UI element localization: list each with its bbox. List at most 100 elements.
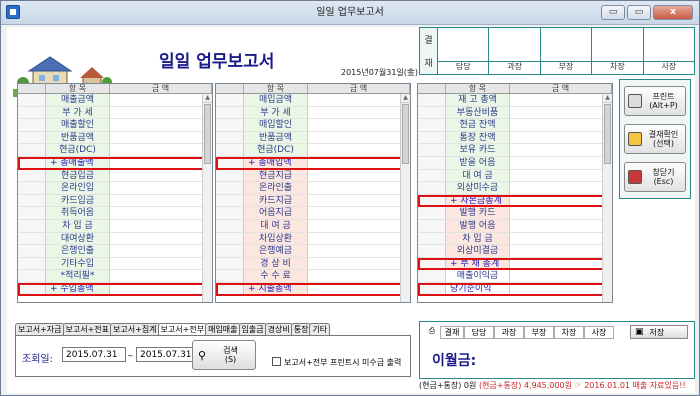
- scroll-up-icon[interactable]: ▲: [401, 94, 410, 103]
- row-amount[interactable]: [510, 131, 612, 144]
- row-amount[interactable]: [110, 131, 212, 144]
- row-amount[interactable]: [510, 144, 612, 156]
- grid-row[interactable]: 현금(DC): [18, 144, 212, 157]
- grid-row[interactable]: 현금(DC): [216, 144, 410, 157]
- row-amount[interactable]: [308, 245, 410, 257]
- grid-row[interactable]: 차입상환: [216, 232, 410, 246]
- row-amount[interactable]: [110, 106, 212, 119]
- grid-row[interactable]: 온라인출: [216, 182, 410, 195]
- grid-row[interactable]: 부동산비품: [418, 106, 612, 120]
- date-to-input[interactable]: 2015.07.31: [136, 347, 200, 362]
- grid-row[interactable]: 대 여 금: [216, 219, 410, 233]
- row-amount[interactable]: [110, 257, 212, 270]
- row-amount[interactable]: [110, 94, 212, 106]
- grid-row[interactable]: 경 상 비: [216, 257, 410, 271]
- grid-row[interactable]: 차 입 금: [418, 232, 612, 246]
- grid-row[interactable]: + 부 채 총계: [418, 257, 612, 271]
- grid-row[interactable]: 매입금액: [216, 94, 410, 107]
- row-amount[interactable]: [510, 194, 612, 207]
- grid-row[interactable]: 당기순이익: [418, 282, 612, 296]
- close-window-button[interactable]: 창닫기 (Esc): [624, 162, 686, 192]
- row-amount[interactable]: [110, 156, 212, 169]
- grid-row[interactable]: 어음지급: [216, 207, 410, 220]
- search-button[interactable]: ⚲ 검색 (S): [192, 340, 256, 370]
- grid-row[interactable]: 기타수입: [18, 257, 212, 271]
- row-amount[interactable]: [308, 144, 410, 156]
- grid-row[interactable]: 매입할인: [216, 119, 410, 132]
- row-amount[interactable]: [110, 245, 212, 257]
- close-button[interactable]: x: [653, 5, 693, 20]
- row-amount[interactable]: [110, 219, 212, 232]
- grid-row[interactable]: 은행예금: [216, 245, 410, 258]
- grid-row[interactable]: 카드지급: [216, 194, 410, 208]
- row-amount[interactable]: [510, 282, 612, 295]
- scroll-up-icon[interactable]: ▲: [603, 94, 612, 103]
- grid-row[interactable]: 온라인입: [18, 182, 212, 195]
- grid2-scrollbar[interactable]: ▲: [400, 94, 410, 302]
- grid-row[interactable]: + 총매입액: [216, 156, 410, 170]
- grid-row[interactable]: + 지출총액: [216, 282, 410, 296]
- row-amount[interactable]: [510, 156, 612, 169]
- row-amount[interactable]: [308, 156, 410, 169]
- row-amount[interactable]: [110, 207, 212, 219]
- row-amount[interactable]: [308, 257, 410, 270]
- grid-row[interactable]: 현금지급: [216, 169, 410, 183]
- grid-row[interactable]: 부 가 세: [18, 106, 212, 120]
- grid-row[interactable]: *적리필*: [18, 270, 212, 283]
- row-amount[interactable]: [510, 257, 612, 270]
- confirm-approval-button[interactable]: 결재확인 (선택): [624, 124, 686, 154]
- row-amount[interactable]: [308, 270, 410, 282]
- row-amount[interactable]: [110, 169, 212, 182]
- row-amount[interactable]: [308, 182, 410, 194]
- approval-cell[interactable]: 과장: [489, 28, 541, 74]
- approval-cell[interactable]: 담당: [438, 28, 490, 74]
- row-amount[interactable]: [308, 232, 410, 245]
- grid-row[interactable]: 현금 잔액: [418, 119, 612, 132]
- grid-row[interactable]: 대 여 금: [418, 169, 612, 183]
- approval-cell[interactable]: 사장: [643, 28, 695, 74]
- grid-row[interactable]: 은행인출: [18, 245, 212, 258]
- grid-row[interactable]: 외상미수금: [418, 182, 612, 195]
- row-amount[interactable]: [308, 169, 410, 182]
- row-amount[interactable]: [308, 131, 410, 144]
- row-amount[interactable]: [308, 119, 410, 131]
- grid3-scrollbar[interactable]: ▲: [602, 94, 612, 302]
- row-amount[interactable]: [510, 270, 612, 282]
- grid-row[interactable]: 대여상환: [18, 232, 212, 246]
- grid-row[interactable]: 취득어음: [18, 207, 212, 220]
- row-amount[interactable]: [110, 119, 212, 131]
- row-amount[interactable]: [308, 207, 410, 219]
- row-amount[interactable]: [510, 94, 612, 106]
- row-amount[interactable]: [510, 119, 612, 131]
- grid-row[interactable]: 차 입 금: [18, 219, 212, 233]
- row-amount[interactable]: [510, 207, 612, 219]
- grid-row[interactable]: 반품금액: [18, 131, 212, 145]
- grid-row[interactable]: 매출이익금: [418, 270, 612, 283]
- row-amount[interactable]: [308, 94, 410, 106]
- approval-cell[interactable]: 차장: [592, 28, 644, 74]
- scroll-up-icon[interactable]: ▲: [203, 94, 212, 103]
- grid-row[interactable]: 부 가 세: [216, 106, 410, 120]
- row-amount[interactable]: [510, 245, 612, 257]
- row-amount[interactable]: [308, 106, 410, 119]
- row-amount[interactable]: [308, 219, 410, 232]
- approval-cell[interactable]: 부장: [540, 28, 593, 74]
- row-amount[interactable]: [308, 194, 410, 207]
- grid-row[interactable]: 재 고 총액: [418, 94, 612, 107]
- row-amount[interactable]: [510, 169, 612, 182]
- grid-row[interactable]: 수 수 료: [216, 270, 410, 283]
- grid-row[interactable]: 현금입금: [18, 169, 212, 183]
- row-amount[interactable]: [110, 282, 212, 295]
- grid-row[interactable]: 매출금액: [18, 94, 212, 107]
- grid1-scrollbar[interactable]: ▲: [202, 94, 212, 302]
- row-amount[interactable]: [510, 182, 612, 194]
- print-unpaid-checkbox[interactable]: [272, 357, 281, 366]
- row-amount[interactable]: [110, 232, 212, 245]
- grid-row[interactable]: + 자본금총계: [418, 194, 612, 208]
- row-amount[interactable]: [110, 194, 212, 207]
- grid-row[interactable]: 발행 어음: [418, 219, 612, 233]
- grid-row[interactable]: 통장 잔액: [418, 131, 612, 145]
- grid-row[interactable]: 받을 어음: [418, 156, 612, 170]
- print-button[interactable]: 프린트 (Alt+P): [624, 86, 686, 116]
- grid-row[interactable]: 매출할인: [18, 119, 212, 132]
